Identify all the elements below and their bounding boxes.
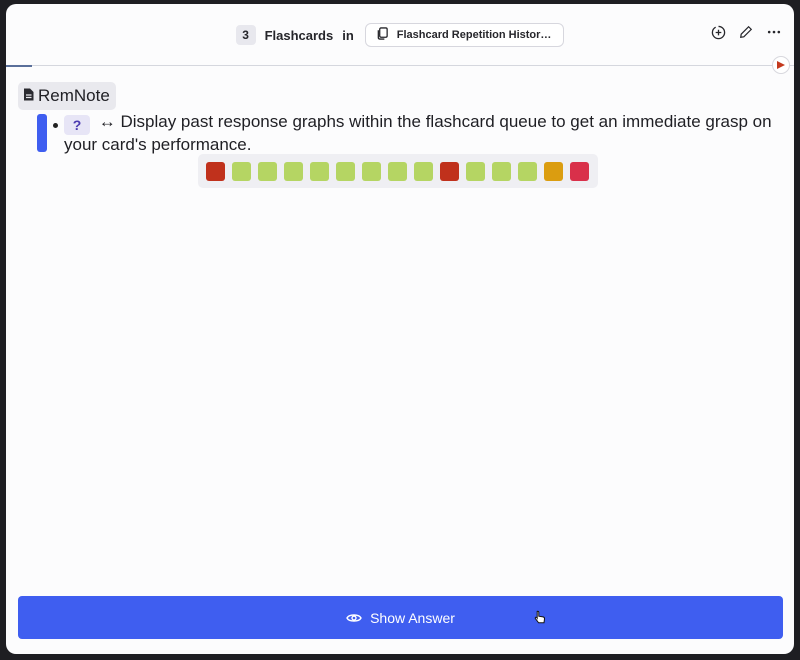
add-card-button[interactable] [710,24,726,40]
history-square-good [258,161,277,181]
rem-selection-bar [37,114,47,152]
document-icon [23,86,34,106]
cards-icon [376,27,389,43]
edit-card-button[interactable] [738,24,754,40]
show-answer-button[interactable]: Show Answer [18,596,783,639]
history-square-good [336,161,355,181]
plus-circle-icon [711,25,725,39]
pencil-icon [740,25,753,38]
history-square-good [414,161,433,181]
more-horizontal-icon [767,30,781,34]
pointer-cursor-icon [534,610,546,629]
queue-header: 3 Flashcards in Flashcard Repetition His… [6,4,794,66]
header-actions [710,24,782,40]
card-question: ? ↔ Display past response graphs within … [64,112,779,155]
flashcard-window: 3 Flashcards in Flashcard Repetition His… [6,4,794,654]
repetition-history [198,154,598,188]
history-square-good [310,161,329,181]
bidirectional-arrow: ↔ [98,112,116,131]
history-square-good [232,161,251,181]
history-square-good [362,161,381,181]
card-text: Display past response graphs within the … [64,112,772,154]
document-breadcrumb[interactable]: RemNote [18,82,116,110]
question-marker: ? [64,115,90,135]
history-square-good [466,161,485,181]
deck-selector[interactable]: Flashcard Repetition Histor… [364,23,565,47]
queue-progress-bar [6,65,32,67]
more-options-button[interactable] [766,24,782,40]
show-answer-label: Show Answer [370,609,455,626]
eye-icon [346,613,362,622]
document-label: RemNote [38,86,110,105]
history-square-forgot [440,161,459,181]
red-flag-icon [777,61,785,69]
rem-bullet[interactable] [53,123,58,128]
history-square-good [518,161,537,181]
history-square-good [388,161,407,181]
history-square-good [284,161,303,181]
in-label: in [342,27,354,43]
history-square-forgot [206,161,225,181]
flag-button[interactable] [772,56,790,74]
queue-title: 3 Flashcards in Flashcard Repetition His… [235,23,565,47]
history-square-good [492,161,511,181]
history-square-hard [544,161,563,181]
deck-name: Flashcard Repetition Histor… [396,29,552,41]
card-count-badge: 3 [235,25,256,45]
history-square-again [570,161,589,181]
header-divider [6,65,794,66]
flashcards-label: Flashcards [264,27,334,43]
